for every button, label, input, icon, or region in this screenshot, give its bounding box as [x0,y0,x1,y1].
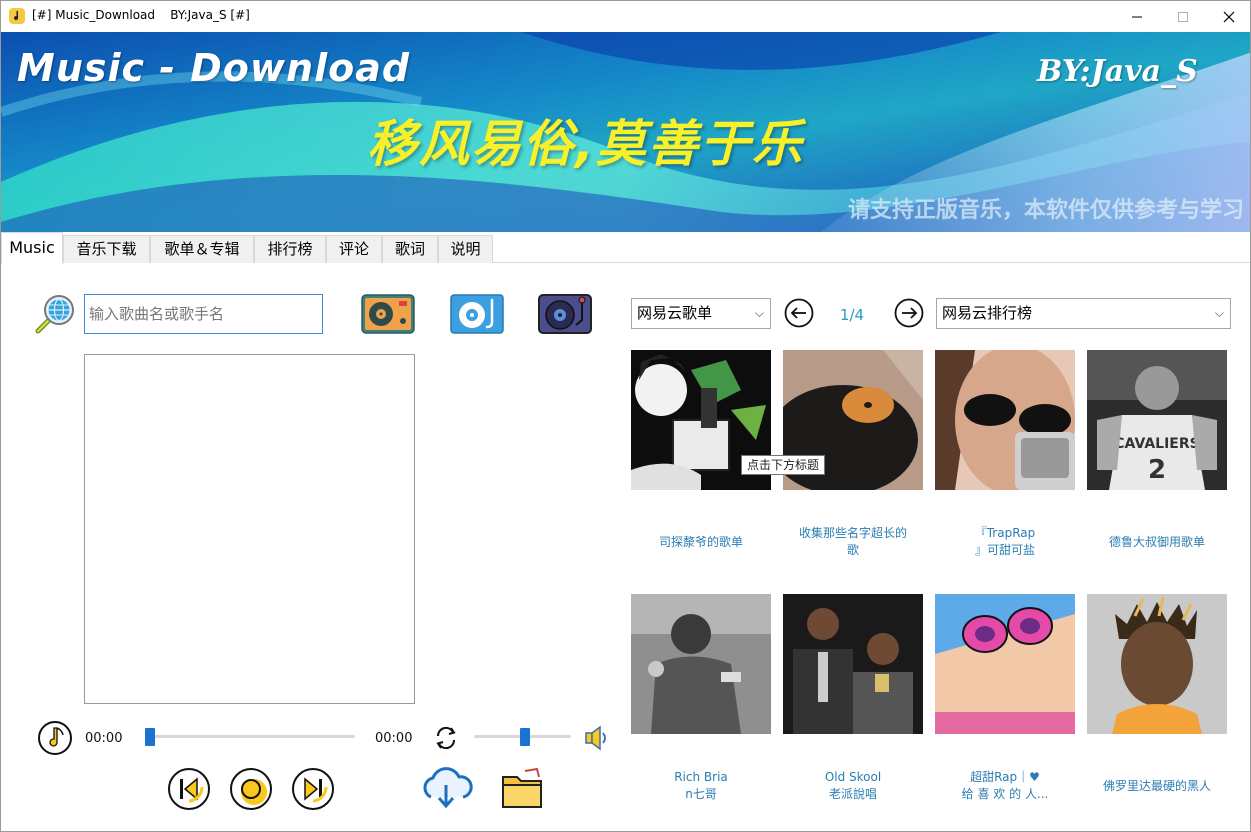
app-window: [#] Music_Download BY:Java_S [#] Music -… [0,0,1251,832]
playlist-title-line: Old Skool [824,770,882,784]
playlist-source-value: 网易云歌单 [637,304,713,322]
chevron-down-icon: ⌵ [1214,306,1224,320]
playlist-title-line: 『TrapRap [974,526,1036,540]
next-page-button[interactable] [894,298,924,328]
tab-comments[interactable]: 评论 [326,235,382,263]
playlist-title-3[interactable]: 『TrapRap 』可甜可盐 [935,525,1075,559]
tooltip: 点击下方标题 [741,455,826,475]
playlist-title-7[interactable]: 超甜Rap｜♥ 给 喜 欢 的 人... [935,769,1075,803]
playlist-title-2[interactable]: 收集那些名字超长的 歌 [783,525,923,559]
volume-icon[interactable] [583,723,613,753]
globe-search-icon[interactable] [34,293,76,335]
playlist-cover-4[interactable]: CAVALIERS 2 [1087,350,1227,490]
previous-icon[interactable] [167,767,211,811]
turntable-icon[interactable] [538,294,592,334]
search-result-list[interactable] [84,354,415,704]
playlist-title-line: 老派說唱 [828,787,877,801]
banner-notice: 请支持正版音乐，本软件仅供参考与学习 [847,198,1244,223]
maximize-button[interactable] [1160,1,1206,32]
total-time: 00:00 [375,731,413,746]
banner: Music - Download BY:Java_S 移风易俗,莫善于乐 请支持… [1,32,1250,232]
tab-music[interactable]: Music [1,232,63,264]
playlist-title-8[interactable]: 佛罗里达最硬的黑人 [1087,778,1227,795]
page-indicator: 1/4 [839,306,865,324]
chart-select-value: 网易云排行榜 [942,304,1033,322]
current-time: 00:00 [85,731,123,746]
banner-author: BY:Java_S [1037,54,1198,89]
svg-text:2: 2 [1148,455,1166,485]
folder-icon[interactable] [499,767,547,811]
cd-player-icon[interactable] [450,294,504,334]
minimize-button[interactable] [1114,1,1160,32]
playlist-cover-5[interactable] [631,594,771,734]
playlist-title-line: 佛罗里达最硬的黑人 [1102,779,1211,793]
playlist-title-line: 收集那些名字超长的 [798,526,907,540]
playlist-title-line: n七哥 [685,787,717,801]
search-input[interactable] [84,294,323,334]
close-button[interactable] [1206,1,1250,32]
record-player-icon[interactable] [361,294,415,334]
cloud-download-icon[interactable] [419,765,473,811]
svg-text:CAVALIERS: CAVALIERS [1114,436,1199,452]
playlist-title-4[interactable]: 德鲁大叔御用歌单 [1087,534,1227,551]
play-stop-icon[interactable] [229,767,273,811]
playlist-title-line: 德鲁大叔御用歌单 [1108,535,1205,549]
playlist-cover-7[interactable] [935,594,1075,734]
window-title: [#] Music_Download BY:Java_S [#] [32,8,250,22]
playlist-cover-8[interactable] [1087,594,1227,734]
title-bar: [#] Music_Download BY:Java_S [#] [1,1,1250,32]
playlist-cover-6[interactable] [783,594,923,734]
tab-help[interactable]: 说明 [438,235,493,263]
banner-slogan: 移风易俗,莫善于乐 [367,115,804,173]
playlist-title-6[interactable]: Old Skool 老派說唱 [783,769,923,803]
playlist-title-line: 歌 [846,543,859,557]
playlist-title-line: 超甜Rap｜♥ [970,770,1040,784]
chevron-down-icon: ⌵ [754,306,764,320]
playlist-title-1[interactable]: 司探漦爷的歌单 [631,534,771,551]
playlist-title-5[interactable]: Rich Bria n七哥 [631,769,771,803]
next-icon[interactable] [291,767,335,811]
arrow-left-icon [784,298,814,328]
music-note-icon [37,720,73,756]
app-logo-icon [9,8,25,24]
playlist-cover-3[interactable] [935,350,1075,490]
tab-bar: Music 音乐下载 歌单＆专辑 排行榜 评论 歌词 说明 [1,232,1250,264]
chart-select[interactable]: 网易云排行榜 ⌵ [936,298,1231,329]
tab-music-download[interactable]: 音乐下载 [63,235,150,263]
playlist-source-select[interactable]: 网易云歌单 ⌵ [631,298,771,329]
progress-thumb[interactable] [145,728,155,746]
tab-playlists-albums[interactable]: 歌单＆专辑 [150,235,254,263]
loop-icon[interactable] [431,723,461,753]
banner-title: Music - Download [17,46,411,90]
volume-thumb[interactable] [520,728,530,746]
arrow-right-icon [894,298,924,328]
progress-track[interactable] [147,735,355,738]
playlist-title-line: 司探漦爷的歌单 [658,535,743,549]
playlist-title-line: 给 喜 欢 的 人... [961,787,1049,801]
tab-charts[interactable]: 排行榜 [254,235,326,263]
previous-page-button[interactable] [784,298,814,328]
tab-lyrics[interactable]: 歌词 [382,235,438,263]
playlist-title-line: 』可甜可盐 [974,543,1035,557]
playlist-title-line: Rich Bria [674,770,728,784]
